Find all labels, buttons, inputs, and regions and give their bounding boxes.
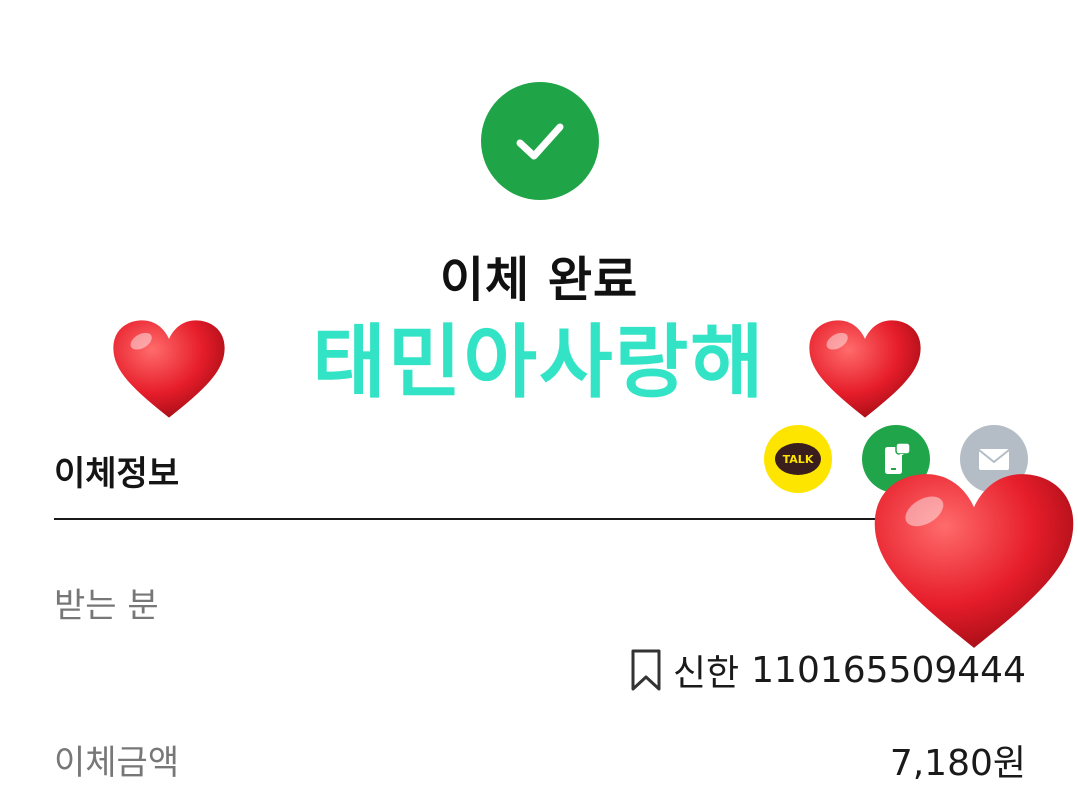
heart-icon [113,320,225,418]
bookmark-icon[interactable] [629,648,663,692]
section-title: 이체정보 [54,454,180,494]
amount-value: 7,180원 [889,743,1026,784]
recipient-label: 받는 분 [54,586,159,626]
kakaotalk-icon: TALK [775,443,821,475]
account-number: 110165509444 [751,649,1026,691]
page-title: 이체 완료 [439,252,639,308]
heart-icon [874,474,1074,648]
bank-name: 신한 [672,653,740,694]
kakaotalk-share-button[interactable]: TALK [764,425,832,493]
success-check-icon [481,82,599,200]
amount-label: 이체금액 [54,743,180,783]
heart-icon [809,320,921,418]
kakaotalk-label: TALK [782,452,814,466]
